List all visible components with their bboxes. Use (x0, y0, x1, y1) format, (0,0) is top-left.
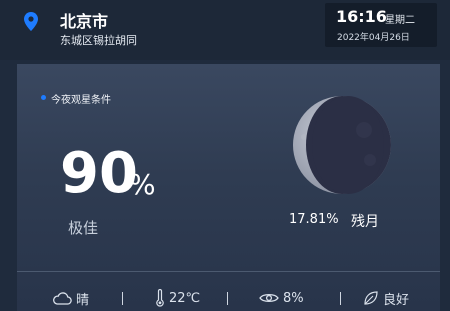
title-bullet-icon (41, 95, 46, 100)
moon-phase-icon (293, 96, 391, 194)
visibility-item: 8% (259, 288, 304, 308)
separator (227, 292, 228, 305)
condition-quality: 极佳 (68, 219, 99, 237)
clock-weekday: 星期二 (385, 15, 415, 26)
card-title: 今夜观星条件 (51, 95, 111, 106)
temperature-text: 22℃ (169, 290, 201, 306)
clock-time: 16:16 (336, 7, 387, 26)
district-name: 东城区锡拉胡同 (60, 34, 137, 47)
cloud-icon (53, 292, 72, 305)
condition-percent-sign: % (129, 168, 156, 201)
clock-panel: 16:16 星期二 2022年04月26日 (325, 3, 437, 47)
moon-illumination: 17.81% (289, 212, 339, 227)
air-quality-item: 良好 (363, 288, 409, 308)
thermometer-icon (156, 289, 164, 307)
separator (340, 292, 341, 305)
header: 北京市 东城区锡拉胡同 16:16 星期二 2022年04月26日 (0, 0, 450, 60)
temperature-item: 22℃ (155, 288, 200, 308)
air-quality-text: 良好 (383, 292, 410, 308)
location-pin-icon (24, 12, 38, 31)
moon-phase-label: 残月 (351, 214, 379, 230)
city-name: 北京市 (60, 12, 109, 31)
weather-strip: 晴 22℃ 8% 良好 (17, 272, 440, 311)
clock-date: 2022年04月26日 (337, 33, 410, 43)
visibility-text: 8% (283, 290, 304, 306)
weather-condition-item: 晴 (52, 288, 89, 308)
eye-icon (259, 293, 279, 303)
condition-percent: 90 (60, 141, 138, 206)
weather-condition-text: 晴 (76, 292, 90, 308)
separator (122, 292, 123, 305)
leaf-icon (364, 291, 378, 305)
